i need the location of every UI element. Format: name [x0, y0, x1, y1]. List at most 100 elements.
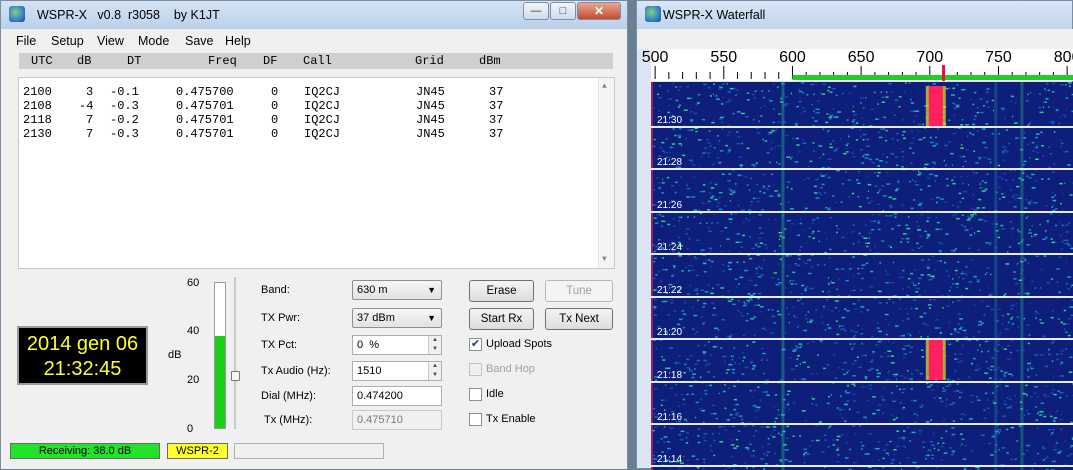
band-select[interactable]: 630 m ▼: [352, 280, 442, 300]
decode-list[interactable]: 2100 3 -0.1 0.475700 0 IQ2CJ JN45 37 210…: [18, 77, 615, 269]
cell-df: 0: [271, 127, 278, 141]
menu-help[interactable]: Help: [225, 34, 251, 48]
col-utc[interactable]: UTC: [31, 54, 53, 68]
col-freq[interactable]: Freq: [208, 54, 237, 68]
waterfall-noise-pixel: [992, 224, 994, 226]
splitter-handle[interactable]: [231, 371, 240, 381]
waterfall-display[interactable]: 21:30 21:28 21:26 21:24 21:22 21:20 21:1…: [651, 82, 1073, 470]
waterfall-noise-pixel: [882, 102, 885, 104]
minimize-icon[interactable]: —: [523, 2, 549, 20]
table-row[interactable]: 2100 3 -0.1 0.475700 0 IQ2CJ JN45 37: [19, 84, 599, 97]
meter-tick-0: 0: [187, 423, 193, 435]
table-row[interactable]: 2130 7 -0.3 0.475701 0 IQ2CJ JN45 37: [19, 126, 599, 139]
waterfall-noise-pixel: [877, 373, 881, 375]
waterfall-noise-pixel: [940, 332, 942, 334]
menu-setup[interactable]: Setup: [51, 34, 84, 48]
waterfall-noise-pixel: [661, 438, 663, 440]
col-db[interactable]: dB: [77, 54, 91, 68]
waterfall-noise-pixel: [758, 266, 759, 268]
main-titlebar[interactable]: WSPR-X v0.8 r3058 by K1JT — □ ✕: [1, 1, 627, 29]
upload-spots-checkbox[interactable]: ✔: [469, 338, 482, 351]
col-df[interactable]: DF: [263, 54, 277, 68]
waterfall-noise-pixel: [899, 462, 901, 464]
waterfall-noise-pixel: [678, 356, 680, 358]
tx-next-button[interactable]: Tx Next: [545, 308, 613, 330]
menu-view[interactable]: View: [97, 34, 124, 48]
spin-up-icon[interactable]: ▲: [429, 362, 441, 371]
spin-up-icon[interactable]: ▲: [429, 336, 441, 345]
tune-button[interactable]: Tune: [545, 280, 613, 302]
waterfall-noise-pixel: [698, 442, 701, 444]
waterfall-noise-pixel: [897, 140, 900, 142]
waterfall-noise-pixel: [777, 86, 778, 88]
waterfall-noise-pixel: [868, 202, 871, 204]
waterfall-noise-pixel: [836, 95, 838, 97]
waterfall-noise-pixel: [964, 161, 967, 163]
waterfall-noise-pixel: [901, 238, 904, 240]
waterfall-noise-pixel: [837, 449, 839, 451]
close-icon[interactable]: ✕: [577, 2, 621, 20]
erase-button[interactable]: Erase: [469, 280, 534, 302]
waterfall-noise-pixel: [1003, 374, 1006, 376]
waterfall-noise-pixel: [1004, 375, 1006, 377]
waterfall-noise-pixel: [752, 365, 756, 367]
waterfall-noise-pixel: [1006, 345, 1009, 347]
maximize-icon[interactable]: □: [550, 2, 576, 20]
scroll-down-icon[interactable]: ▼: [602, 255, 607, 264]
decode-list-scrollbar[interactable]: ▲ ▼: [598, 78, 614, 268]
table-row[interactable]: 2108 -4 -0.3 0.475701 0 IQ2CJ JN45 37: [19, 98, 599, 111]
waterfall-noise-pixel: [770, 333, 774, 335]
waterfall-noise-pixel: [819, 192, 820, 194]
spin-down-icon[interactable]: ▼: [429, 345, 441, 354]
waterfall-noise-pixel: [815, 179, 817, 181]
waterfall-noise-pixel: [658, 239, 660, 241]
waterfall-noise-pixel: [911, 208, 914, 210]
menu-mode[interactable]: Mode: [138, 34, 169, 48]
waterfall-noise-pixel: [940, 401, 944, 403]
waterfall-noise-pixel: [667, 368, 671, 370]
waterfall-noise-pixel: [851, 153, 853, 155]
waterfall-noise-pixel: [1030, 92, 1031, 94]
waterfall-noise-pixel: [858, 196, 859, 198]
waterfall-noise-pixel: [853, 303, 856, 305]
col-dt[interactable]: DT: [127, 54, 141, 68]
waterfall-noise-pixel: [925, 324, 929, 326]
waterfall-noise-pixel: [830, 217, 831, 219]
waterfall-noise-pixel: [961, 444, 962, 446]
start-rx-button[interactable]: Start Rx: [469, 308, 534, 330]
col-call[interactable]: Call: [303, 54, 332, 68]
waterfall-noise-pixel: [692, 394, 695, 396]
waterfall-noise-pixel: [788, 404, 789, 406]
waterfall-noise-pixel: [1069, 86, 1071, 88]
waterfall-noise-pixel: [655, 299, 657, 301]
dial-freq-field[interactable]: 0.474200: [352, 386, 442, 406]
waterfall-noise-pixel: [885, 130, 888, 132]
waterfall-noise-pixel: [869, 159, 873, 161]
scroll-up-icon[interactable]: ▲: [602, 82, 607, 91]
waterfall-noise-pixel: [833, 108, 834, 110]
txaudio-spinbox[interactable]: 1510 ▲▼: [352, 361, 442, 381]
waterfall-noise-pixel: [888, 83, 892, 85]
txpwr-select[interactable]: 37 dBm ▼: [352, 308, 442, 328]
waterfall-noise-pixel: [717, 157, 720, 159]
waterfall-noise-pixel: [928, 304, 932, 306]
waterfall-noise-pixel: [1037, 413, 1039, 415]
spin-down-icon[interactable]: ▼: [429, 371, 441, 380]
band-hop-checkbox[interactable]: [469, 363, 482, 376]
col-dbm[interactable]: dBm: [479, 54, 501, 68]
waterfall-titlebar[interactable]: WSPR-X Waterfall: [637, 1, 1072, 29]
table-row[interactable]: 2118 7 -0.2 0.475701 0 IQ2CJ JN45 37: [19, 112, 599, 125]
waterfall-noise-pixel: [898, 437, 900, 439]
waterfall-noise-pixel: [760, 243, 763, 245]
menu-save[interactable]: Save: [185, 34, 214, 48]
waterfall-noise-pixel: [1027, 370, 1028, 372]
idle-checkbox[interactable]: [469, 388, 482, 401]
waterfall-noise-pixel: [749, 236, 751, 238]
waterfall-noise-pixel: [1029, 177, 1032, 179]
txpct-spinbox[interactable]: 0 % ▲▼: [352, 335, 442, 355]
col-grid[interactable]: Grid: [415, 54, 444, 68]
menu-file[interactable]: File: [16, 34, 36, 48]
tx-enable-checkbox[interactable]: [469, 413, 482, 426]
waterfall-noise-pixel: [837, 447, 839, 449]
waterfall-noise-pixel: [828, 130, 830, 132]
